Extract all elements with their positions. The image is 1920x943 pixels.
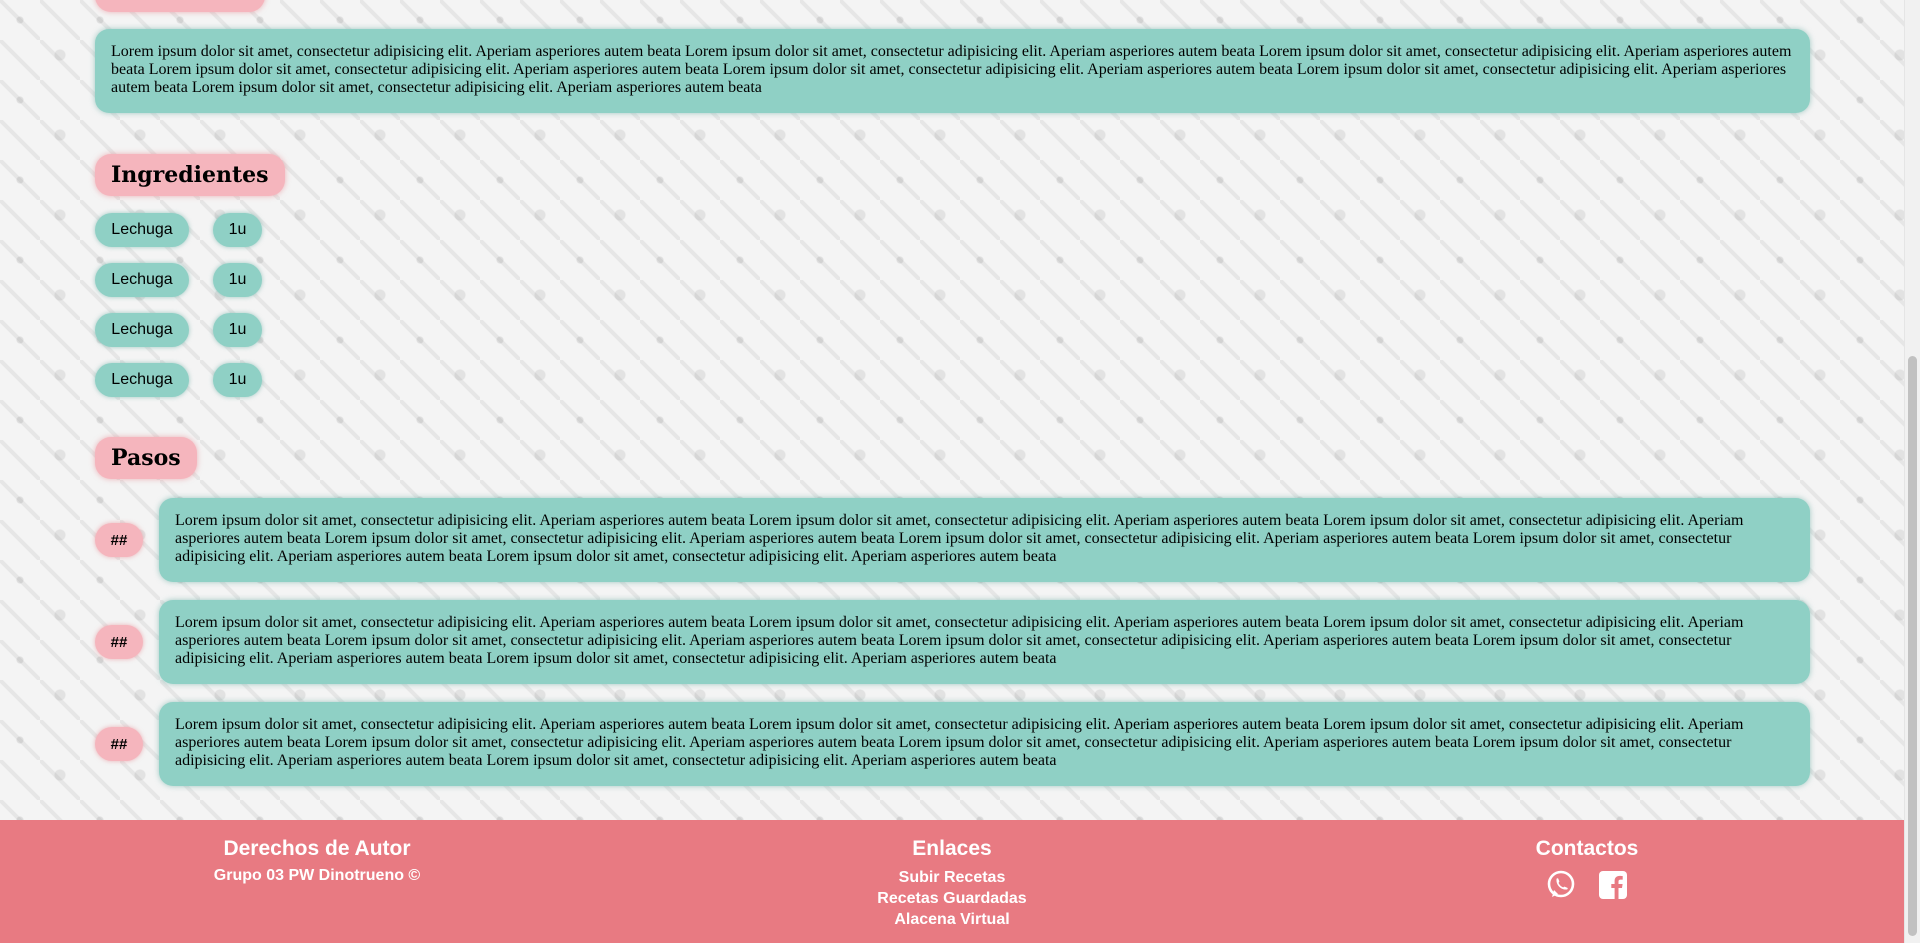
footer-contacts-title: Contactos [1535, 837, 1639, 860]
footer-copyright-text: Grupo 03 PW Dinotrueno © [213, 867, 421, 884]
ingredient-name-text: Lechuga [111, 321, 173, 338]
ingredient-name-text: Lechuga [111, 271, 173, 288]
ingredients-heading-text: Ingredientes [111, 162, 269, 188]
step-number-text: ## [110, 735, 128, 753]
ingredient-qty-text: 1u [228, 371, 247, 388]
step-text: Lorem ipsum dolor sit amet, consectetur … [175, 614, 1744, 667]
ingredient-name-text: Lechuga [111, 371, 173, 388]
step-box: Lorem ipsum dolor sit amet, consectetur … [159, 702, 1810, 786]
ingredient-name: Lechuga [95, 363, 189, 397]
footer-link-alacena-virtual[interactable]: Alacena Virtual [802, 909, 1102, 930]
whatsapp-icon[interactable] [1545, 869, 1577, 901]
ingredient-name: Lechuga [95, 313, 189, 347]
description-text: Lorem ipsum dolor sit amet, consectetur … [111, 43, 1792, 96]
scrollbar[interactable] [1904, 0, 1920, 943]
steps-heading-text: Pasos [111, 445, 181, 471]
step-number-text: ## [110, 531, 128, 549]
ingredient-qty: 1u [213, 263, 262, 297]
footer-link-subir-recetas[interactable]: Subir Recetas [802, 867, 1102, 888]
ingredient-qty: 1u [213, 363, 262, 397]
description-heading [95, 0, 265, 12]
scrollbar-thumb[interactable] [1908, 356, 1917, 936]
footer-contacts: Contactos [1437, 820, 1737, 906]
ingredient-qty-text: 1u [228, 221, 247, 238]
facebook-icon[interactable] [1597, 869, 1629, 901]
ingredient-qty: 1u [213, 313, 262, 347]
ingredient-qty-text: 1u [228, 271, 247, 288]
step-box: Lorem ipsum dolor sit amet, consectetur … [159, 498, 1810, 582]
footer-copyright-title: Derechos de Autor [223, 837, 411, 860]
footer-link-recetas-guardadas[interactable]: Recetas Guardadas [802, 888, 1102, 909]
ingredient-name-text: Lechuga [111, 221, 173, 238]
step-number: ## [95, 523, 143, 557]
page: Lorem ipsum dolor sit amet, consectetur … [0, 0, 1905, 943]
footer-copyright: Derechos de Autor Grupo 03 PW Dinotrueno… [167, 820, 467, 885]
description-box: Lorem ipsum dolor sit amet, consectetur … [95, 29, 1810, 113]
step-text: Lorem ipsum dolor sit amet, consectetur … [175, 512, 1744, 565]
steps-heading: Pasos [95, 437, 197, 479]
step-number-text: ## [110, 633, 128, 651]
footer-links-title: Enlaces [912, 837, 992, 860]
ingredient-qty-text: 1u [228, 321, 247, 338]
ingredient-name: Lechuga [95, 263, 189, 297]
step-box: Lorem ipsum dolor sit amet, consectetur … [159, 600, 1810, 684]
footer: Derechos de Autor Grupo 03 PW Dinotrueno… [0, 820, 1905, 943]
footer-links: Enlaces Subir Recetas Recetas Guardadas … [802, 820, 1102, 930]
step-number: ## [95, 625, 143, 659]
ingredient-qty: 1u [213, 213, 262, 247]
ingredients-heading: Ingredientes [95, 154, 285, 196]
step-number: ## [95, 727, 143, 761]
step-text: Lorem ipsum dolor sit amet, consectetur … [175, 716, 1744, 769]
ingredient-name: Lechuga [95, 213, 189, 247]
